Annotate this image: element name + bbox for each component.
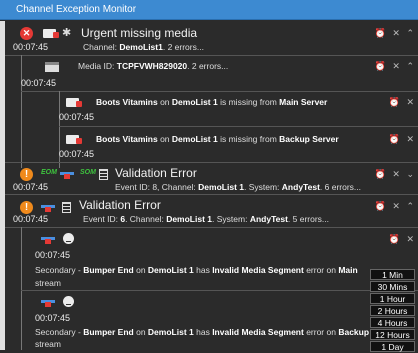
segment-error-icon [41,296,55,307]
row-controls[interactable]: ⏰ ✕ [389,234,416,245]
missing-media-icon [43,29,59,38]
row-controls[interactable]: ⏰ ✕ ⌄ [375,169,416,180]
exception-time: 00:07:45 [59,112,95,122]
exception-heading: Validation Error [115,166,197,180]
segment-error-icon [41,201,55,212]
exception-summary: Event ID: 8, Channel: DemoList 1. System… [115,182,361,192]
snooze-option[interactable]: 1 Hour [370,293,415,304]
face-icon [63,296,74,307]
clapper-icon [45,62,59,72]
snooze-option[interactable]: 4 Hours [370,317,415,328]
segment-detail: Secondary - Bumper End on DemoList 1 has… [35,327,370,337]
exception-time: 00:07:45 [59,149,95,159]
warning-icon: ! [20,168,33,181]
window-title: Channel Exception Monitor [0,0,418,20]
row-controls[interactable]: ⏰ ✕ ⌃ [375,201,416,212]
snooze-option[interactable]: 12 Hours [370,329,415,340]
snooze-menu: 1 Min 30 Mins 1 Hour 2 Hours 4 Hours 12 … [370,269,415,353]
snooze-option[interactable]: 1 Day [370,341,415,352]
segment-error-icon [60,168,74,179]
exception-summary: Event ID: 6. Channel: DemoList 1. System… [83,214,330,224]
exception-list: ✕ ✱ Urgent missing media 00:07:45 Channe… [0,21,418,353]
missing-detail: Boots Vitamins on DemoList 1 is missing … [96,134,339,144]
row-controls[interactable]: ⏰ ✕ ⌃ [375,28,416,39]
missing-media-icon [66,98,82,107]
exception-time: 00:07:45 [13,42,49,52]
exception-time: 00:07:45 [35,313,71,323]
exception-heading: Validation Error [79,198,161,212]
som-icon: SOM [80,169,96,176]
document-icon [62,202,71,213]
media-summary: Media ID: TCPFVWH829020. 2 errors... [78,61,229,71]
segment-detail-wrap: stream [35,339,61,349]
segment-detail-wrap: stream [35,278,61,288]
exception-time: 00:07:45 [13,214,49,224]
eom-icon: EOM [41,169,57,176]
snooze-option[interactable]: 2 Hours [370,305,415,316]
document-icon [99,169,108,180]
segment-detail: Secondary - Bumper End on DemoList 1 has… [35,265,358,275]
gear-icon: ✱ [62,27,72,39]
exception-heading: Urgent missing media [81,26,198,40]
exception-time: 00:07:45 [35,250,71,260]
warning-icon: ! [20,201,33,214]
missing-media-icon [66,135,82,144]
face-icon [63,233,74,244]
missing-detail: Boots Vitamins on DemoList 1 is missing … [96,97,328,107]
row-controls[interactable]: ⏰ ✕ ⌃ [375,61,416,72]
exception-summary: Channel: DemoList1. 2 errors... [83,42,204,52]
segment-error-icon [41,233,55,244]
row-controls[interactable]: ⏰ ✕ [389,134,416,145]
snooze-option[interactable]: 30 Mins [370,281,415,292]
row-controls[interactable]: ⏰ ✕ [389,97,416,108]
snooze-option[interactable]: 1 Min [370,269,415,280]
exception-time: 00:07:45 [13,182,49,192]
exception-time: 00:07:45 [21,78,57,88]
error-icon: ✕ [20,27,33,40]
